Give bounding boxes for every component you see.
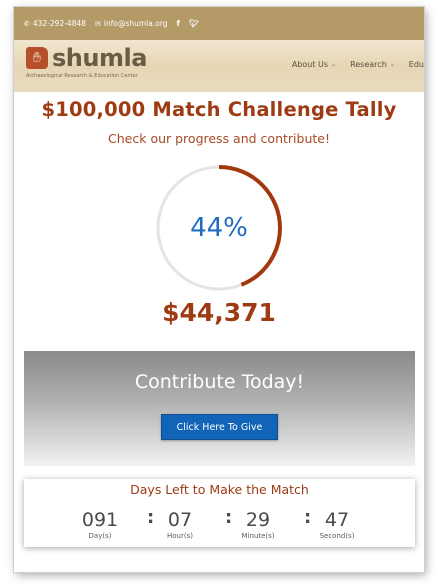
countdown-minutes: 29 Minute(s) — [228, 509, 288, 540]
countdown-timer: Days Left to Make the Match 091 Day(s) :… — [24, 479, 415, 547]
countdown-hours: 07 Hour(s) — [150, 509, 210, 540]
site-header: ✋︎ shumla Archaeological Research & Educ… — [14, 40, 424, 92]
countdown-value: 47 — [324, 509, 350, 531]
countdown-seconds: 47 Second(s) — [307, 509, 367, 540]
countdown-days: 091 Day(s) — [70, 509, 130, 540]
nav-item-about-us[interactable]: About Us ⌄ — [292, 60, 336, 69]
nav-item-research[interactable]: Research ⌄ — [350, 60, 395, 69]
countdown-title: Days Left to Make the Match — [130, 482, 309, 497]
nav-label: Edu — [408, 60, 424, 69]
handprint-icon: ✋︎ — [26, 47, 48, 69]
top-bar: ✆ 432-292-4848 ✉ info@shumla.org f 🐦︎ — [14, 7, 424, 40]
logo-wordmark: shumla — [52, 44, 147, 72]
countdown-label: Second(s) — [319, 532, 355, 540]
give-button[interactable]: Click Here To Give — [161, 414, 278, 440]
countdown-value: 091 — [81, 509, 119, 531]
countdown-row: 091 Day(s) : 07 Hour(s) : 29 Minute(s) :… — [24, 507, 415, 549]
countdown-label: Hour(s) — [167, 532, 193, 540]
countdown-value: 07 — [167, 509, 193, 531]
contribute-section: Contribute Today! Click Here To Give — [24, 351, 415, 466]
chevron-down-icon: ⌄ — [331, 61, 337, 68]
site-logo[interactable]: ✋︎ shumla — [26, 44, 147, 72]
twitter-icon[interactable]: 🐦︎ — [189, 19, 199, 28]
countdown-value: 29 — [245, 509, 271, 531]
page-title: $100,000 Match Challenge Tally — [41, 98, 397, 121]
nav-item-education[interactable]: Edu — [409, 60, 424, 69]
email-link[interactable]: ✉ info@shumla.org — [95, 19, 168, 28]
logo-tagline: Archaeological Research & Education Cent… — [26, 73, 138, 79]
mail-icon: ✉ — [95, 19, 101, 28]
contribute-title: Contribute Today! — [134, 371, 305, 393]
progress-percent: 44% — [190, 213, 248, 243]
page-subtitle: Check our progress and contribute! — [108, 131, 330, 146]
email-address: info@shumla.org — [103, 19, 168, 28]
nav-label: About Us — [291, 60, 329, 69]
phone-icon: ✆ — [24, 19, 30, 28]
phone-link[interactable]: ✆ 432-292-4848 — [24, 19, 86, 28]
facebook-icon[interactable]: f — [177, 19, 180, 28]
countdown-label: Minute(s) — [241, 532, 275, 540]
nav-label: Research — [350, 60, 387, 69]
main-nav: About Us ⌄ Research ⌄ Edu — [292, 60, 424, 69]
page-frame: ✆ 432-292-4848 ✉ info@shumla.org f 🐦︎ ✋︎… — [14, 7, 424, 572]
chevron-down-icon: ⌄ — [389, 61, 395, 68]
progress-ring: 44% — [154, 163, 284, 293]
countdown-label: Day(s) — [88, 532, 112, 540]
raised-amount: $44,371 — [162, 298, 276, 327]
phone-number: 432-292-4848 — [32, 19, 87, 28]
